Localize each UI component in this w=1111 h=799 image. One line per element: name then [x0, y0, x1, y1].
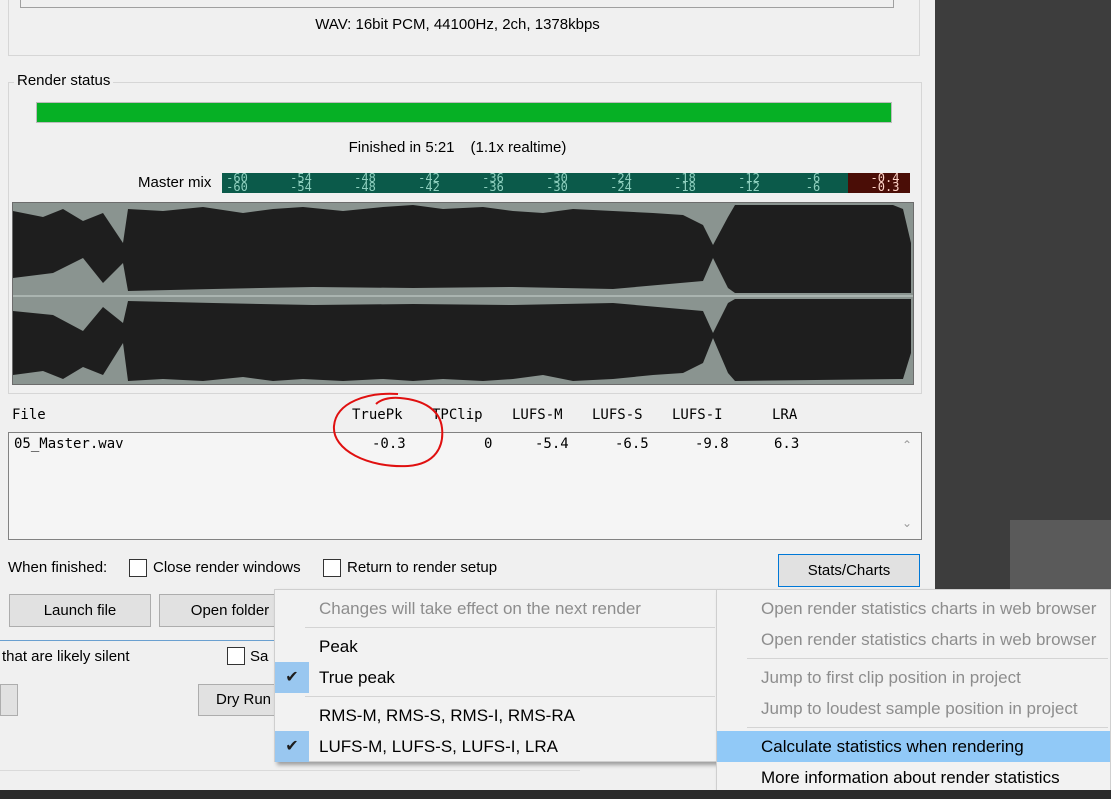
- col-lufs-m: LUFS-M: [512, 407, 563, 423]
- menu-separator: [747, 727, 1108, 728]
- meter-tick-label: -12: [738, 180, 760, 193]
- background-panel-lower: [1010, 520, 1111, 590]
- menu-item-calculate-stats[interactable]: Calculate statistics when rendering: [717, 731, 1110, 762]
- menu-separator: [747, 658, 1108, 659]
- clip-peak-bottom: -0.3: [870, 180, 900, 193]
- realtime-factor: (1.1x realtime): [470, 139, 567, 156]
- master-mix-meter: -60 -60 -54 -54 -48 -48 -42 -42 -36 -36 -30 -30 -24-…: [222, 173, 910, 193]
- menu-item-jump-loudest[interactable]: Jump to loudest sample position in proje…: [717, 693, 1110, 724]
- meter-clip-indicator[interactable]: -0.4 -0.3: [848, 173, 910, 193]
- render-status-legend: Render status: [14, 72, 114, 89]
- cell-lufs-m: -5.4: [535, 436, 569, 452]
- meter-tick-label: -30: [546, 180, 568, 193]
- menu-item-jump-first-clip[interactable]: Jump to first clip position in project: [717, 662, 1110, 693]
- menu-item-open-charts-2[interactable]: Open render statistics charts in web bro…: [717, 624, 1110, 655]
- menu-separator: [305, 696, 715, 697]
- menu-item-changes-note: Changes will take effect on the next ren…: [319, 599, 641, 618]
- menu-item-open-charts-1[interactable]: Open render statistics charts in web bro…: [717, 593, 1110, 624]
- stats-options-menu: Changes will take effect on the next ren…: [274, 589, 718, 762]
- meter-tick-label: -18: [674, 180, 696, 193]
- waveform-svg: [13, 203, 913, 384]
- return-to-setup-label: Return to render setup: [347, 559, 498, 576]
- meter-tick-label: -54: [290, 180, 312, 193]
- menu-item-peak[interactable]: Peak: [275, 631, 717, 662]
- finished-time: Finished in 5:21: [348, 139, 455, 156]
- col-lufs-s: LUFS-S: [592, 407, 643, 423]
- finished-status: Finished in 5:21 (1.1x realtime): [0, 139, 915, 156]
- when-finished-label: When finished:: [8, 559, 108, 576]
- scroll-up-icon[interactable]: ⌃: [898, 438, 916, 456]
- annotation-circle: [332, 392, 444, 468]
- meter-tick-label: -48: [354, 180, 376, 193]
- col-lra: LRA: [772, 407, 798, 423]
- waveform-display: [12, 202, 914, 385]
- save-checkbox[interactable]: [227, 647, 245, 665]
- render-progress-fill: [37, 103, 891, 122]
- cell-tpclip: 0: [484, 436, 493, 452]
- meter-tick-label: -6: [805, 180, 821, 193]
- meter-label: Master mix: [138, 174, 212, 191]
- checkmark-icon: ✔: [275, 662, 309, 693]
- stats-header: File TruePk TPClip LUFS-M LUFS-S LUFS-I …: [0, 407, 915, 425]
- background-panel: [935, 0, 1111, 590]
- taskbar-strip: [0, 790, 1111, 799]
- save-label: Sa: [250, 648, 269, 665]
- dialog-footer: [0, 770, 580, 791]
- output-path-field[interactable]: [20, 0, 894, 8]
- menu-item-lufs[interactable]: ✔ LUFS-M, LUFS-S, LUFS-I, LRA: [275, 731, 717, 762]
- meter-tick-label: -60: [226, 180, 248, 193]
- scroll-down-icon[interactable]: ⌄: [898, 516, 916, 534]
- left-button[interactable]: [0, 684, 18, 716]
- close-render-windows-label: Close render windows: [153, 559, 301, 576]
- meter-tick-label: -36: [482, 180, 504, 193]
- format-info: WAV: 16bit PCM, 44100Hz, 2ch, 1378kbps: [315, 16, 600, 33]
- menu-item-rms[interactable]: RMS-M, RMS-S, RMS-I, RMS-RA: [275, 700, 717, 731]
- checkmark-icon: ✔: [275, 731, 309, 762]
- table-row[interactable]: 05_Master.wav -0.3 0 -5.4 -6.5 -9.8 6.3: [0, 436, 915, 454]
- cell-file: 05_Master.wav: [14, 436, 124, 452]
- col-file: File: [12, 407, 46, 423]
- silent-items-label: that are likely silent: [2, 648, 130, 665]
- render-progress-bar: [36, 102, 892, 123]
- cell-lra: 6.3: [774, 436, 800, 452]
- launch-file-button[interactable]: Launch file: [9, 594, 151, 627]
- close-render-windows-checkbox[interactable]: [129, 559, 147, 577]
- cell-lufs-s: -6.5: [615, 436, 649, 452]
- menu-separator: [305, 627, 715, 628]
- cell-lufs-i: -9.8: [695, 436, 729, 452]
- meter-tick-label: -24: [610, 180, 632, 193]
- menu-item-true-peak[interactable]: ✔ True peak: [275, 662, 717, 693]
- stats-actions-menu: Open render statistics charts in web bro…: [716, 589, 1111, 793]
- stats-charts-button[interactable]: Stats/Charts: [778, 554, 920, 587]
- return-to-setup-checkbox[interactable]: [323, 559, 341, 577]
- col-lufs-i: LUFS-I: [672, 407, 723, 423]
- menu-item-more-info[interactable]: More information about render statistics: [717, 762, 1110, 793]
- meter-tick-label: -42: [418, 180, 440, 193]
